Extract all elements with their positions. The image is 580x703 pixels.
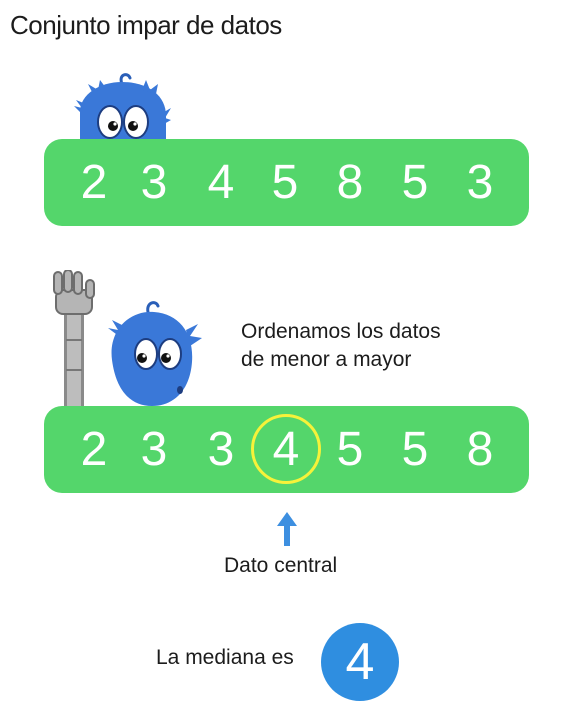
sorted-value: 3 [140, 423, 168, 476]
blue-mascot-with-robot-arm-icon [53, 270, 202, 410]
unsorted-data-bar: 2 3 4 5 8 5 3 [44, 139, 529, 226]
caption-line: de menor a mayor [241, 348, 412, 371]
page-title: Conjunto impar de datos [10, 10, 282, 40]
unsorted-value: 2 [80, 156, 108, 209]
median-result-label: La mediana es [156, 646, 294, 669]
arrow-up-icon [277, 512, 297, 546]
unsorted-value: 3 [140, 156, 168, 209]
unsorted-value: 4 [207, 156, 235, 209]
caption-line: Ordenamos los datos [241, 320, 441, 343]
sorted-value: 2 [80, 423, 108, 476]
unsorted-value: 5 [401, 156, 429, 209]
sorted-value: 3 [207, 423, 235, 476]
median-highlight-ring [251, 414, 321, 484]
unsorted-value: 8 [336, 156, 364, 209]
sorted-value: 5 [401, 423, 429, 476]
sorted-value: 5 [336, 423, 364, 476]
blue-mascot-peeking-icon [74, 73, 171, 144]
median-result-badge: 4 [321, 623, 399, 701]
sorted-value: 8 [466, 423, 494, 476]
unsorted-value: 5 [271, 156, 299, 209]
central-value-label: Dato central [224, 554, 338, 577]
sort-caption: Ordenamos los datos de menor a mayor [241, 318, 441, 374]
unsorted-value: 3 [466, 156, 494, 209]
